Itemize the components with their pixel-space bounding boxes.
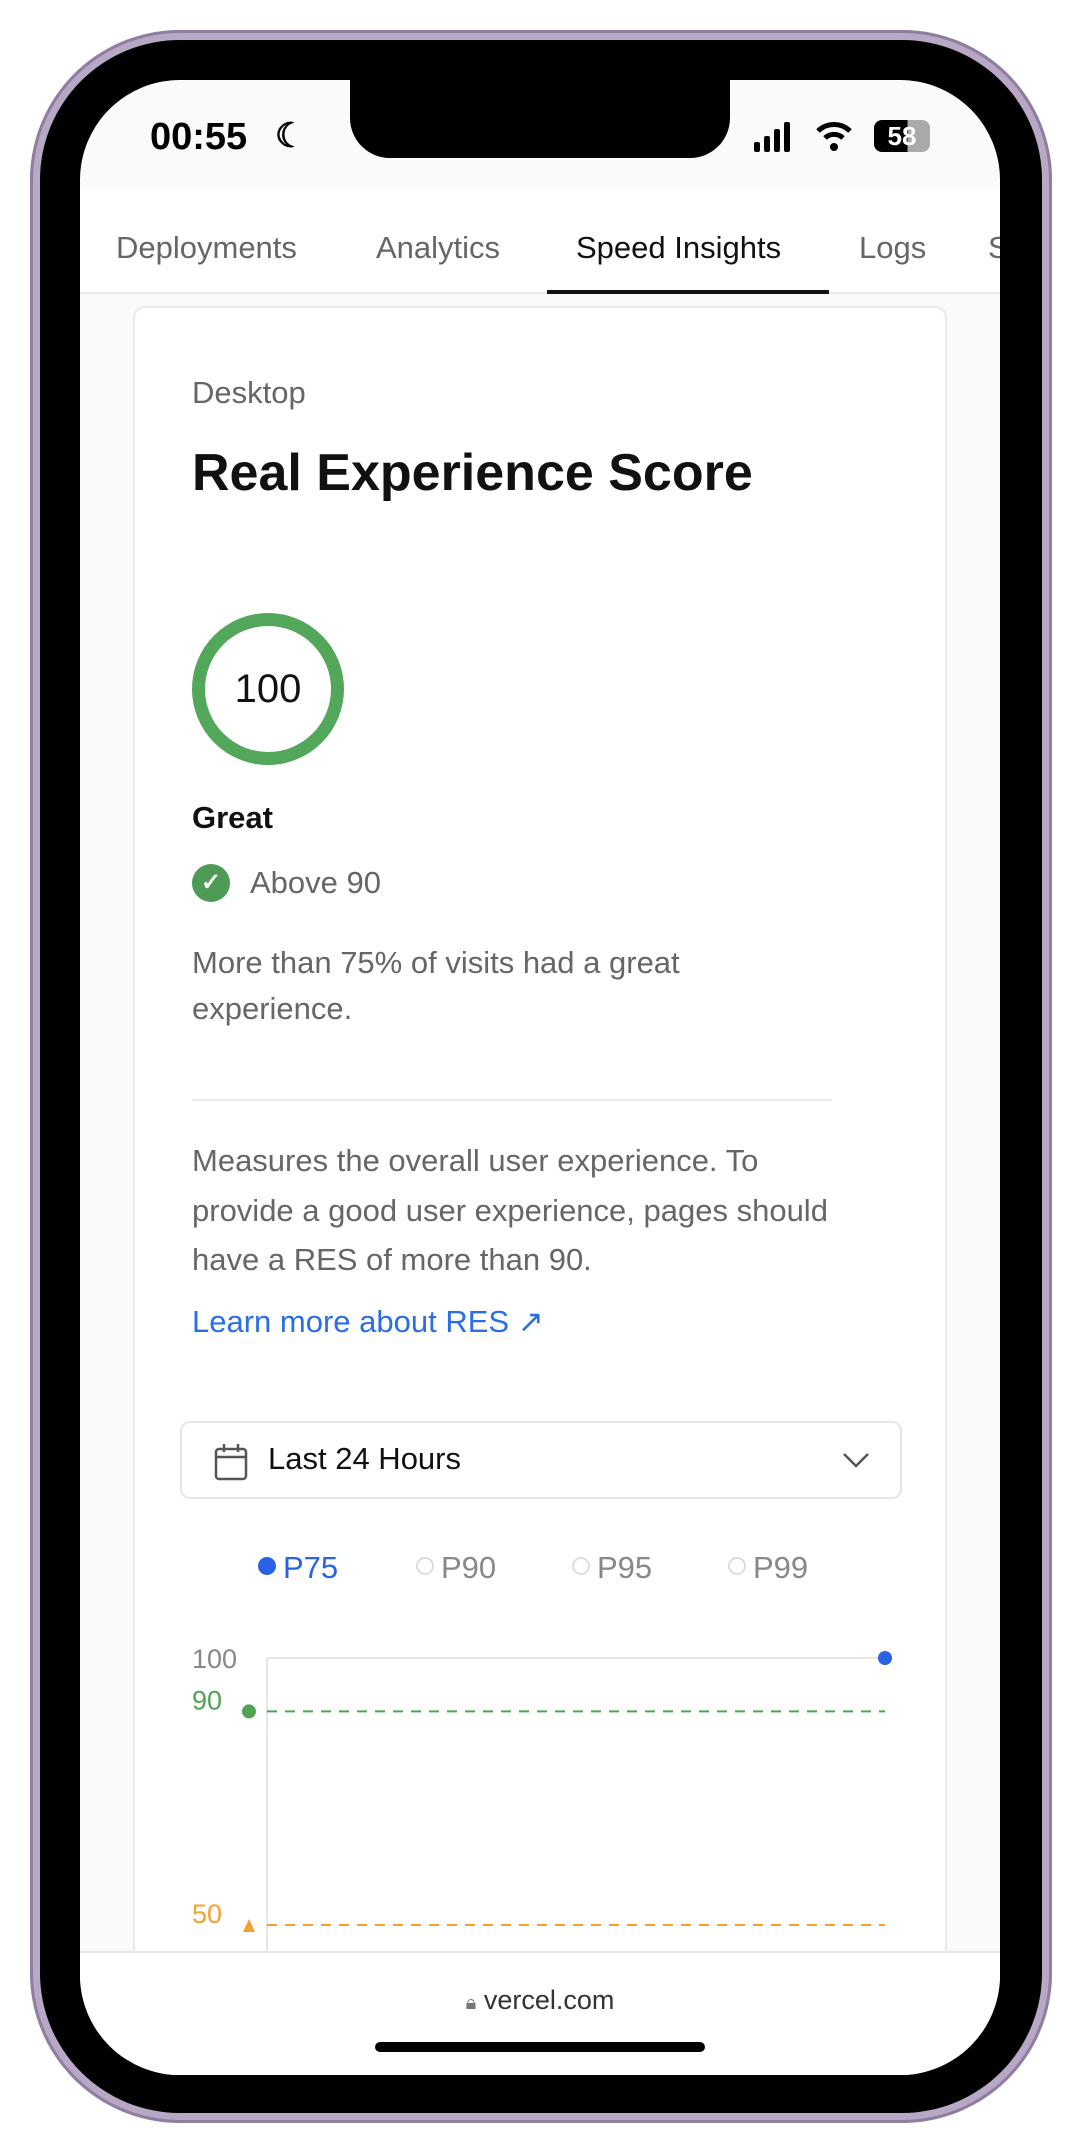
- legend-label-p95[interactable]: P95: [597, 1550, 652, 1585]
- learn-more-link[interactable]: Learn more about RES ↗: [192, 1304, 544, 1340]
- home-indicator: [375, 2042, 705, 2052]
- moon-icon: ☾: [275, 117, 306, 155]
- card-title: Real Experience Score: [192, 444, 753, 502]
- browser-bottom-bar: 🔒︎ vercel.com: [80, 1951, 1000, 2075]
- res-chart: P75 P90 P95 P99 100 90 50: [192, 1550, 892, 1978]
- legend-label-p75[interactable]: P75: [283, 1550, 338, 1585]
- tab-more[interactable]: S: [988, 230, 1000, 266]
- tab-deployments[interactable]: Deployments: [116, 230, 297, 266]
- wifi-icon: [816, 122, 852, 151]
- learn-more-label: Learn more about RES: [192, 1304, 510, 1339]
- battery-icon: 58: [874, 120, 930, 152]
- threshold-label-90: 90: [192, 1685, 222, 1715]
- tab-logs[interactable]: Logs: [859, 230, 926, 266]
- data-point-p75[interactable]: [878, 1651, 892, 1665]
- score-ring: 100: [192, 613, 344, 765]
- res-card: Desktop Real Experience Score 100 Great …: [133, 306, 947, 2075]
- chevron-down-icon: [843, 1453, 869, 1468]
- legend-label-p90[interactable]: P90: [441, 1550, 496, 1585]
- calendar-icon: [214, 1444, 248, 1481]
- legend-label-p99[interactable]: P99: [753, 1550, 808, 1585]
- active-tab-indicator: [547, 290, 829, 294]
- threshold-label-50: 50: [192, 1899, 222, 1929]
- legend-marker-p99[interactable]: [728, 1557, 746, 1575]
- warning-marker-icon: [243, 1919, 255, 1932]
- url-bar[interactable]: 🔒︎ vercel.com: [80, 1985, 1000, 2016]
- time-range-value: Last 24 Hours: [268, 1441, 461, 1476]
- time-range-select[interactable]: Last 24 Hours: [180, 1421, 902, 1499]
- lock-icon: 🔒︎: [465, 1992, 477, 2014]
- y-tick-label: 100: [192, 1644, 237, 1674]
- description-text: Measures the overall user experience. To…: [192, 1143, 828, 1277]
- tab-analytics[interactable]: Analytics: [376, 230, 500, 266]
- divider: [192, 1099, 832, 1101]
- threshold-label: Above 90: [250, 865, 381, 900]
- url-text: vercel.com: [483, 1985, 615, 2015]
- tab-speed-insights[interactable]: Speed Insights: [576, 230, 781, 266]
- device-label: Desktop: [192, 375, 306, 410]
- summary-text: More than 75% of visits had a great expe…: [192, 945, 680, 1026]
- rating-label: Great: [192, 800, 273, 835]
- legend-marker-p75[interactable]: [258, 1557, 276, 1575]
- legend-marker-p95[interactable]: [572, 1557, 590, 1575]
- good-marker-icon: [242, 1704, 256, 1719]
- screen: 00:55 ☾ 58 Deployments Analytics Speed I…: [80, 80, 1000, 2075]
- check-icon: ✓: [192, 864, 230, 902]
- legend-marker-p90[interactable]: [416, 1557, 434, 1575]
- tab-bar: Deployments Analytics Speed Insights Log…: [80, 188, 1000, 294]
- notch: [350, 80, 730, 158]
- external-link-icon: ↗: [517, 1304, 544, 1339]
- status-time: 00:55: [150, 116, 248, 158]
- signal-icon: [754, 122, 790, 152]
